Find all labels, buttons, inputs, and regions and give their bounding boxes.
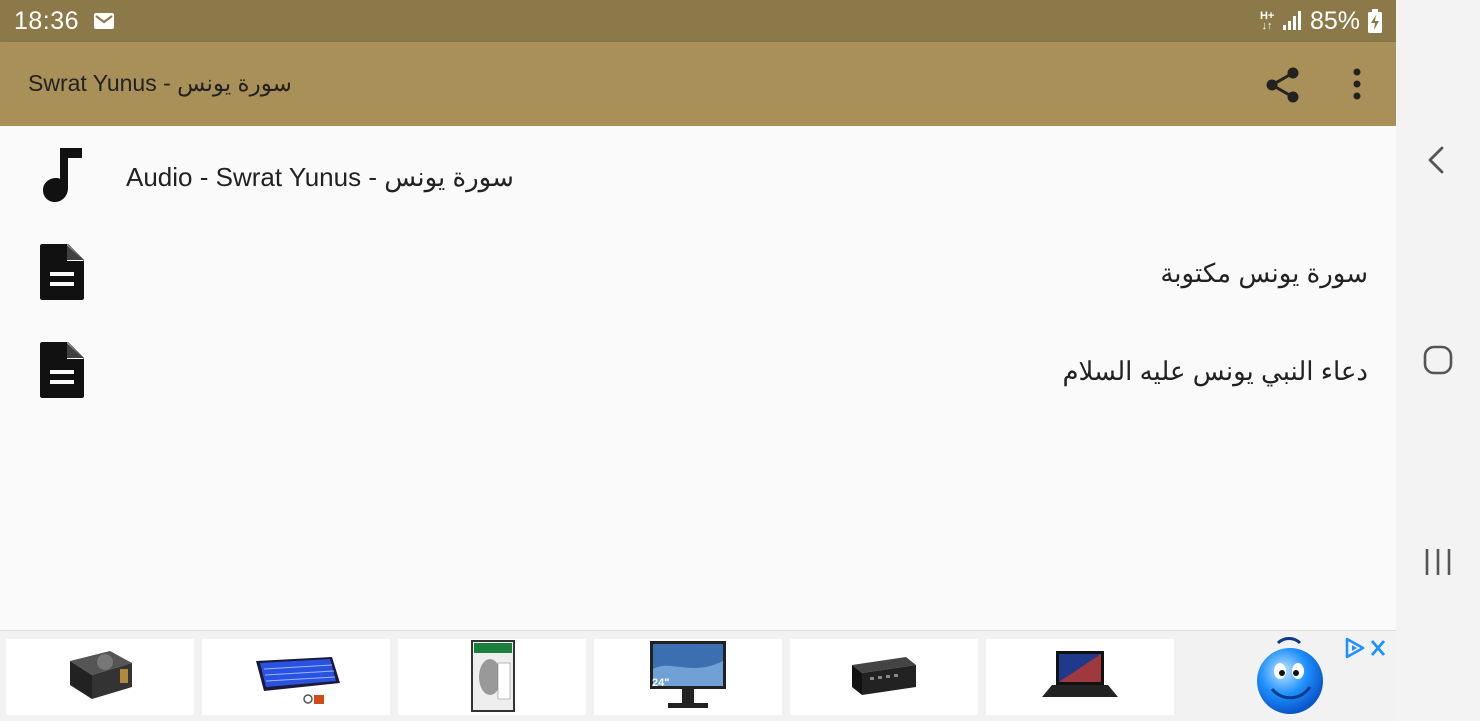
- back-icon[interactable]: [1418, 140, 1458, 180]
- laptop-icon: [1042, 651, 1118, 697]
- ad-product-tile[interactable]: 24": [594, 639, 782, 715]
- more-vert-icon[interactable]: [1338, 64, 1376, 106]
- network-type: H+ ↓↑: [1259, 10, 1275, 32]
- list-item-label: دعاء النبي يونس عليه السلام: [1062, 356, 1368, 386]
- mail-icon: [94, 13, 114, 29]
- hard-drive-icon: [471, 640, 515, 712]
- ad-product-tile[interactable]: [986, 639, 1174, 715]
- battery-charging-icon: [1368, 9, 1382, 33]
- list-item-label: سورة يونس مكتوبة: [1160, 258, 1368, 288]
- battery-percent: 85%: [1309, 6, 1360, 35]
- ad-banner[interactable]: 24": [0, 630, 1396, 721]
- ad-product-tile[interactable]: [202, 639, 390, 715]
- status-time: 18:36: [14, 7, 80, 35]
- list-item-audio[interactable]: Audio - Swrat Yunus - سورة يونس: [0, 126, 1396, 224]
- ad-product-tile[interactable]: [398, 639, 586, 715]
- keyboard-icon: [256, 657, 340, 704]
- speaker-icon: [852, 657, 916, 695]
- music-note-icon: [43, 148, 82, 202]
- document-icon: [40, 244, 84, 300]
- close-icon[interactable]: [1370, 640, 1386, 656]
- ad-product-tile[interactable]: [6, 639, 194, 715]
- app-bar: Swrat Yunus - سورة يونس: [0, 42, 1396, 126]
- status-bar: 18:36 H+ ↓↑ 85%: [0, 0, 1396, 42]
- recents-icon[interactable]: [1418, 542, 1458, 582]
- monitor-size-label: 24": [652, 677, 670, 689]
- ad-product-tile[interactable]: [790, 639, 978, 715]
- list-item-label: Audio - Swrat Yunus - سورة يونس: [126, 162, 514, 192]
- power-supply-icon: [70, 651, 132, 699]
- smiley-mascot-icon[interactable]: [1250, 635, 1330, 719]
- adchoices-icon[interactable]: [1344, 637, 1388, 659]
- share-icon[interactable]: [1262, 64, 1304, 106]
- page-title: Swrat Yunus - سورة يونس: [28, 70, 292, 96]
- signal-icon: [1282, 11, 1301, 30]
- home-icon[interactable]: [1418, 340, 1458, 380]
- content-list: Audio - Swrat Yunus - سورة يونس سورة يون…: [0, 126, 1396, 630]
- list-item-prophet-prayer[interactable]: دعاء النبي يونس عليه السلام: [0, 322, 1396, 420]
- list-item-written-surah[interactable]: سورة يونس مكتوبة: [0, 224, 1396, 322]
- status-indicators: H+ ↓↑ 85%: [1260, 7, 1382, 35]
- system-nav-bar: [1396, 0, 1480, 720]
- document-icon: [40, 342, 84, 398]
